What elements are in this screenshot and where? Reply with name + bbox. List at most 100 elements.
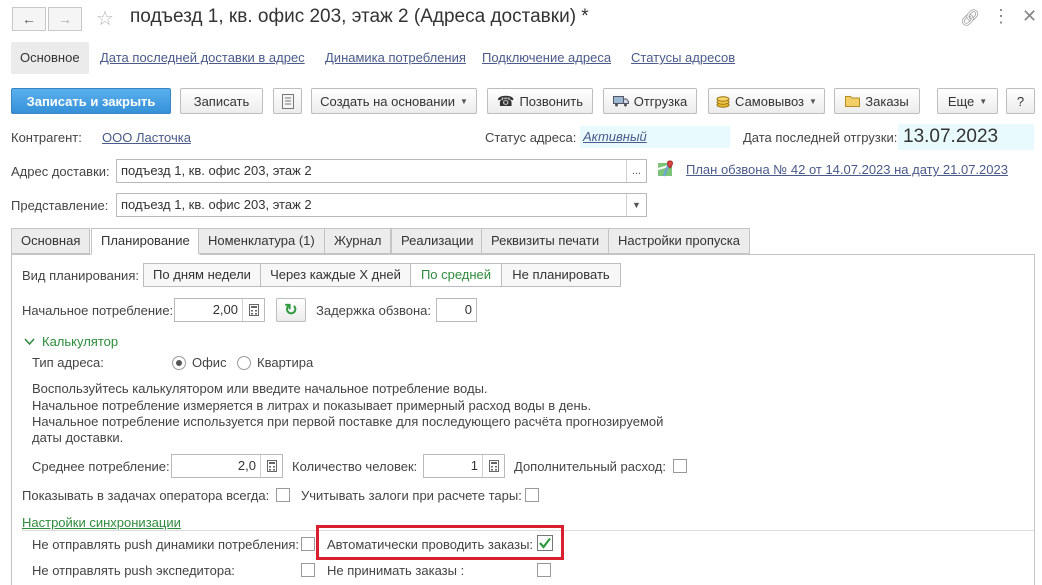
auto-post-orders-checkbox[interactable] bbox=[537, 535, 553, 551]
address-type-office-radio[interactable] bbox=[172, 356, 186, 370]
last-shipment-label: Дата последней отгрузки: bbox=[743, 130, 898, 145]
tab-planning[interactable]: Планирование bbox=[91, 228, 200, 255]
contractor-link[interactable]: ООО Ласточка bbox=[102, 130, 191, 145]
show-tasks-checkbox[interactable] bbox=[276, 488, 290, 502]
orders-button[interactable]: Заказы bbox=[834, 88, 920, 114]
extra-usage-label: Дополнительный расход: bbox=[514, 459, 667, 474]
map-icon[interactable] bbox=[657, 160, 675, 178]
window-title: подъезд 1, кв. офис 203, этаж 2 (Адреса … bbox=[130, 6, 589, 27]
shipment-button[interactable]: Отгрузка bbox=[603, 88, 697, 114]
mode-by-average[interactable]: По средней bbox=[410, 263, 502, 287]
avg-consumption-field[interactable]: 2,0 bbox=[171, 454, 283, 478]
help-label: ? bbox=[1016, 93, 1025, 109]
help-button[interactable]: ? bbox=[1006, 88, 1035, 114]
refresh-button[interactable]: ↻ bbox=[276, 298, 306, 322]
address-field[interactable]: подъезд 1, кв. офис 203, этаж 2 ... bbox=[116, 159, 647, 183]
checkmark-icon bbox=[539, 537, 551, 549]
status-value[interactable]: Активный bbox=[580, 126, 730, 148]
calculator-group-title[interactable]: Калькулятор bbox=[42, 334, 118, 349]
address-label: Адрес доставки: bbox=[11, 164, 110, 179]
initial-consumption-field[interactable]: 2,00 bbox=[174, 298, 265, 322]
save-button[interactable]: Записать bbox=[180, 88, 263, 114]
chevron-down-icon: ▼ bbox=[809, 96, 817, 106]
phone-icon: ☎ bbox=[497, 92, 515, 109]
chevron-down-icon: ▼ bbox=[459, 96, 468, 106]
call-button[interactable]: ☎ Позвонить bbox=[487, 88, 593, 114]
deposit-checkbox[interactable] bbox=[525, 488, 539, 502]
refresh-icon: ↻ bbox=[284, 302, 298, 319]
mode-by-weekdays[interactable]: По дням недели bbox=[143, 263, 261, 287]
no-push-expeditor-checkbox[interactable] bbox=[301, 563, 315, 577]
show-tasks-label: Показывать в задачах оператора всегда: bbox=[22, 488, 270, 503]
representation-value: подъезд 1, кв. офис 203, этаж 2 bbox=[121, 197, 312, 212]
tab-journal[interactable]: Журнал bbox=[324, 228, 392, 254]
no-push-expeditor-label: Не отправлять push экспедитора: bbox=[32, 563, 235, 578]
more-button[interactable]: Еще ▼ bbox=[937, 88, 998, 114]
report-icon bbox=[281, 93, 294, 109]
folder-icon bbox=[845, 96, 861, 107]
avg-consumption-label: Среднее потребление: bbox=[32, 459, 170, 474]
arrow-left-icon: ← bbox=[22, 11, 36, 27]
deposit-label: Учитывать залоги при расчете тары: bbox=[301, 488, 522, 503]
favorite-star-icon[interactable]: ☆ bbox=[96, 6, 114, 31]
coins-icon bbox=[716, 96, 730, 108]
initial-consumption-value: 2,00 bbox=[212, 302, 238, 317]
more-options-icon[interactable]: ⋮ bbox=[992, 6, 1010, 27]
contractor-label: Контрагент: bbox=[11, 130, 82, 145]
save-close-label: Записать и закрыть bbox=[26, 93, 156, 109]
call-label: Позвонить bbox=[519, 93, 583, 109]
forward-button[interactable]: → bbox=[48, 7, 82, 31]
section-address-connection[interactable]: Подключение адреса bbox=[473, 42, 620, 74]
representation-label: Представление: bbox=[11, 198, 109, 213]
sync-settings-link[interactable]: Настройки синхронизации bbox=[22, 515, 181, 530]
pickup-button[interactable]: Самовывоз ▼ bbox=[708, 88, 825, 114]
calculator-hint-3: Начальное потребление используется при п… bbox=[32, 414, 664, 429]
no-accept-orders-label: Не принимать заказы : bbox=[327, 563, 465, 578]
truck-icon bbox=[612, 96, 629, 107]
address-type-flat-label: Квартира bbox=[257, 355, 314, 370]
people-count-label: Количество человек: bbox=[292, 459, 418, 474]
calculator-hint-2: Начальное потребление измеряется в литра… bbox=[32, 398, 592, 413]
address-value: подъезд 1, кв. офис 203, этаж 2 bbox=[121, 163, 312, 178]
mode-every-x-days[interactable]: Через каждые X дней bbox=[260, 263, 411, 287]
call-delay-field[interactable]: 0 bbox=[436, 298, 477, 322]
tab-pass-settings[interactable]: Настройки пропуска bbox=[608, 228, 750, 254]
chevron-down-icon: ▼ bbox=[979, 96, 988, 106]
section-consumption[interactable]: Динамика потребления bbox=[316, 42, 475, 74]
dropdown-arrow-icon[interactable]: ▼ bbox=[626, 194, 646, 216]
planning-mode-label: Вид планирования: bbox=[22, 268, 139, 283]
save-close-button[interactable]: Записать и закрыть bbox=[11, 88, 171, 114]
call-plan-link[interactable]: План обзвона № 42 от 14.07.2023 на дату … bbox=[686, 162, 1008, 177]
link-icon[interactable]: 🔗︎ bbox=[960, 8, 980, 28]
auto-post-orders-label: Автоматически проводить заказы: bbox=[327, 537, 534, 552]
section-main[interactable]: Основное bbox=[11, 42, 89, 74]
no-push-dynamics-checkbox[interactable] bbox=[301, 537, 315, 551]
people-count-field[interactable]: 1 bbox=[423, 454, 505, 478]
tab-nomenclature[interactable]: Номенклатура (1) bbox=[198, 228, 325, 254]
create-based-button[interactable]: Создать на основании ▼ bbox=[311, 88, 477, 114]
calculator-hint-1: Воспользуйтесь калькулятором или введите… bbox=[32, 381, 488, 396]
calculator-icon[interactable] bbox=[260, 455, 282, 477]
section-last-delivery[interactable]: Дата последней доставки в адрес bbox=[91, 42, 314, 74]
extra-usage-checkbox[interactable] bbox=[673, 459, 687, 473]
arrow-right-icon: → bbox=[58, 11, 72, 27]
report-button[interactable] bbox=[273, 88, 302, 114]
address-type-flat-radio[interactable] bbox=[237, 356, 251, 370]
back-button[interactable]: ← bbox=[12, 7, 46, 31]
tab-sales[interactable]: Реализации bbox=[391, 228, 484, 254]
call-delay-label: Задержка обзвона: bbox=[316, 303, 432, 318]
tab-main[interactable]: Основная bbox=[11, 228, 91, 254]
section-address-statuses[interactable]: Статусы адресов bbox=[622, 42, 744, 74]
representation-field[interactable]: подъезд 1, кв. офис 203, этаж 2 ▼ bbox=[116, 193, 647, 217]
close-icon[interactable]: ✕ bbox=[1022, 6, 1037, 27]
initial-consumption-label: Начальное потребление: bbox=[22, 303, 174, 318]
more-label: Еще bbox=[947, 93, 975, 109]
address-type-label: Тип адреса: bbox=[32, 355, 104, 370]
mode-no-planning[interactable]: Не планировать bbox=[501, 263, 621, 287]
tab-print-details[interactable]: Реквизиты печати bbox=[481, 228, 610, 254]
calculator-icon[interactable] bbox=[242, 299, 264, 321]
calculator-icon[interactable] bbox=[482, 455, 504, 477]
select-ellipsis-icon[interactable]: ... bbox=[626, 160, 646, 182]
no-accept-orders-checkbox[interactable] bbox=[537, 563, 551, 577]
chevron-down-icon[interactable] bbox=[24, 334, 35, 349]
